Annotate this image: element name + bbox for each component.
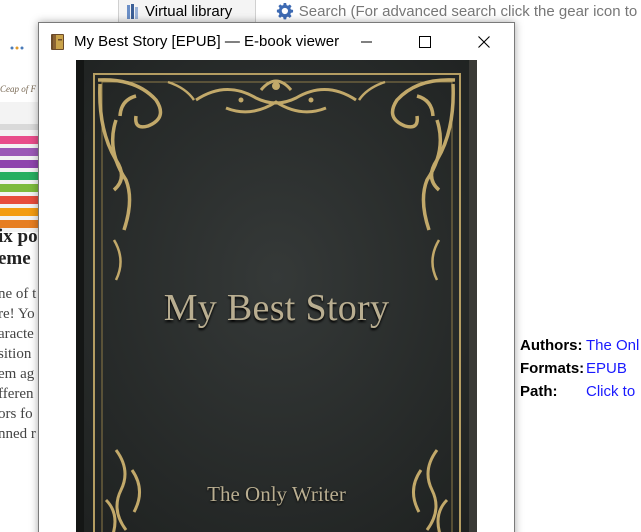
metadata-row-authors: Authors: The Onl [520,334,641,357]
article-body-line: sition [0,346,32,362]
article-body-line: nned r [0,426,36,442]
article-body-line: ne of t [0,286,37,302]
article-heading-line: eme [0,248,31,269]
books-icon [127,3,141,19]
ebook-viewer-window: My Best Story [EPUB] — E-book viewer My … [38,22,515,532]
metadata-row-formats: Formats: EPUB [520,357,641,380]
book-icon [51,34,64,50]
metadata-key: Authors: [520,337,583,354]
book-cover[interactable]: My Best Story The Only Writer [76,60,477,532]
path-link[interactable]: Click to [586,383,635,400]
background-web-page: Ceap of F ix po eme ne of t re! Yo aract… [0,24,40,532]
authors-link[interactable]: The Onl [586,337,639,354]
book-details-panel: Authors: The Onl Formats: EPUB Path: Cli… [520,334,641,403]
article-body-line: fferen [0,386,34,402]
cover-title: My Best Story [163,287,390,329]
virtual-library-label: Virtual library [145,2,233,20]
site-logo-text: Ceap of F [0,84,36,94]
calibre-toolbar: Virtual library Search (For advanced sea… [0,0,641,24]
window-title: My Best Story [EPUB] — E-book viewer [74,33,340,50]
gear-icon[interactable] [276,2,294,20]
window-titlebar[interactable]: My Best Story [EPUB] — E-book viewer [39,23,514,61]
article-body-line: re! Yo [0,306,35,322]
article-thumbnail [0,102,40,232]
metadata-key: Path: [520,383,558,400]
article-heading-line: ix po [0,226,38,247]
maximize-button[interactable] [402,23,448,61]
article-body-line: aracte [0,326,34,342]
cover-author: The Only Writer [207,482,346,506]
article-body-line: em ag [0,366,35,382]
virtual-library-button[interactable]: Virtual library [118,0,256,22]
minimize-icon [361,41,372,43]
logo-dots [10,46,24,50]
formats-link[interactable]: EPUB [586,360,627,377]
metadata-row-path: Path: Click to [520,380,641,403]
desktop: Virtual library Search (For advanced sea… [0,0,641,532]
article-body-line: ors fo [0,406,33,422]
close-icon [478,36,490,48]
close-button[interactable] [461,23,507,61]
search-placeholder: Search (For advanced search click the ge… [298,2,641,20]
metadata-key: Formats: [520,360,585,377]
maximize-icon [419,36,431,48]
minimize-button[interactable] [344,23,390,61]
search-input[interactable]: Search (For advanced search click the ge… [264,0,641,22]
